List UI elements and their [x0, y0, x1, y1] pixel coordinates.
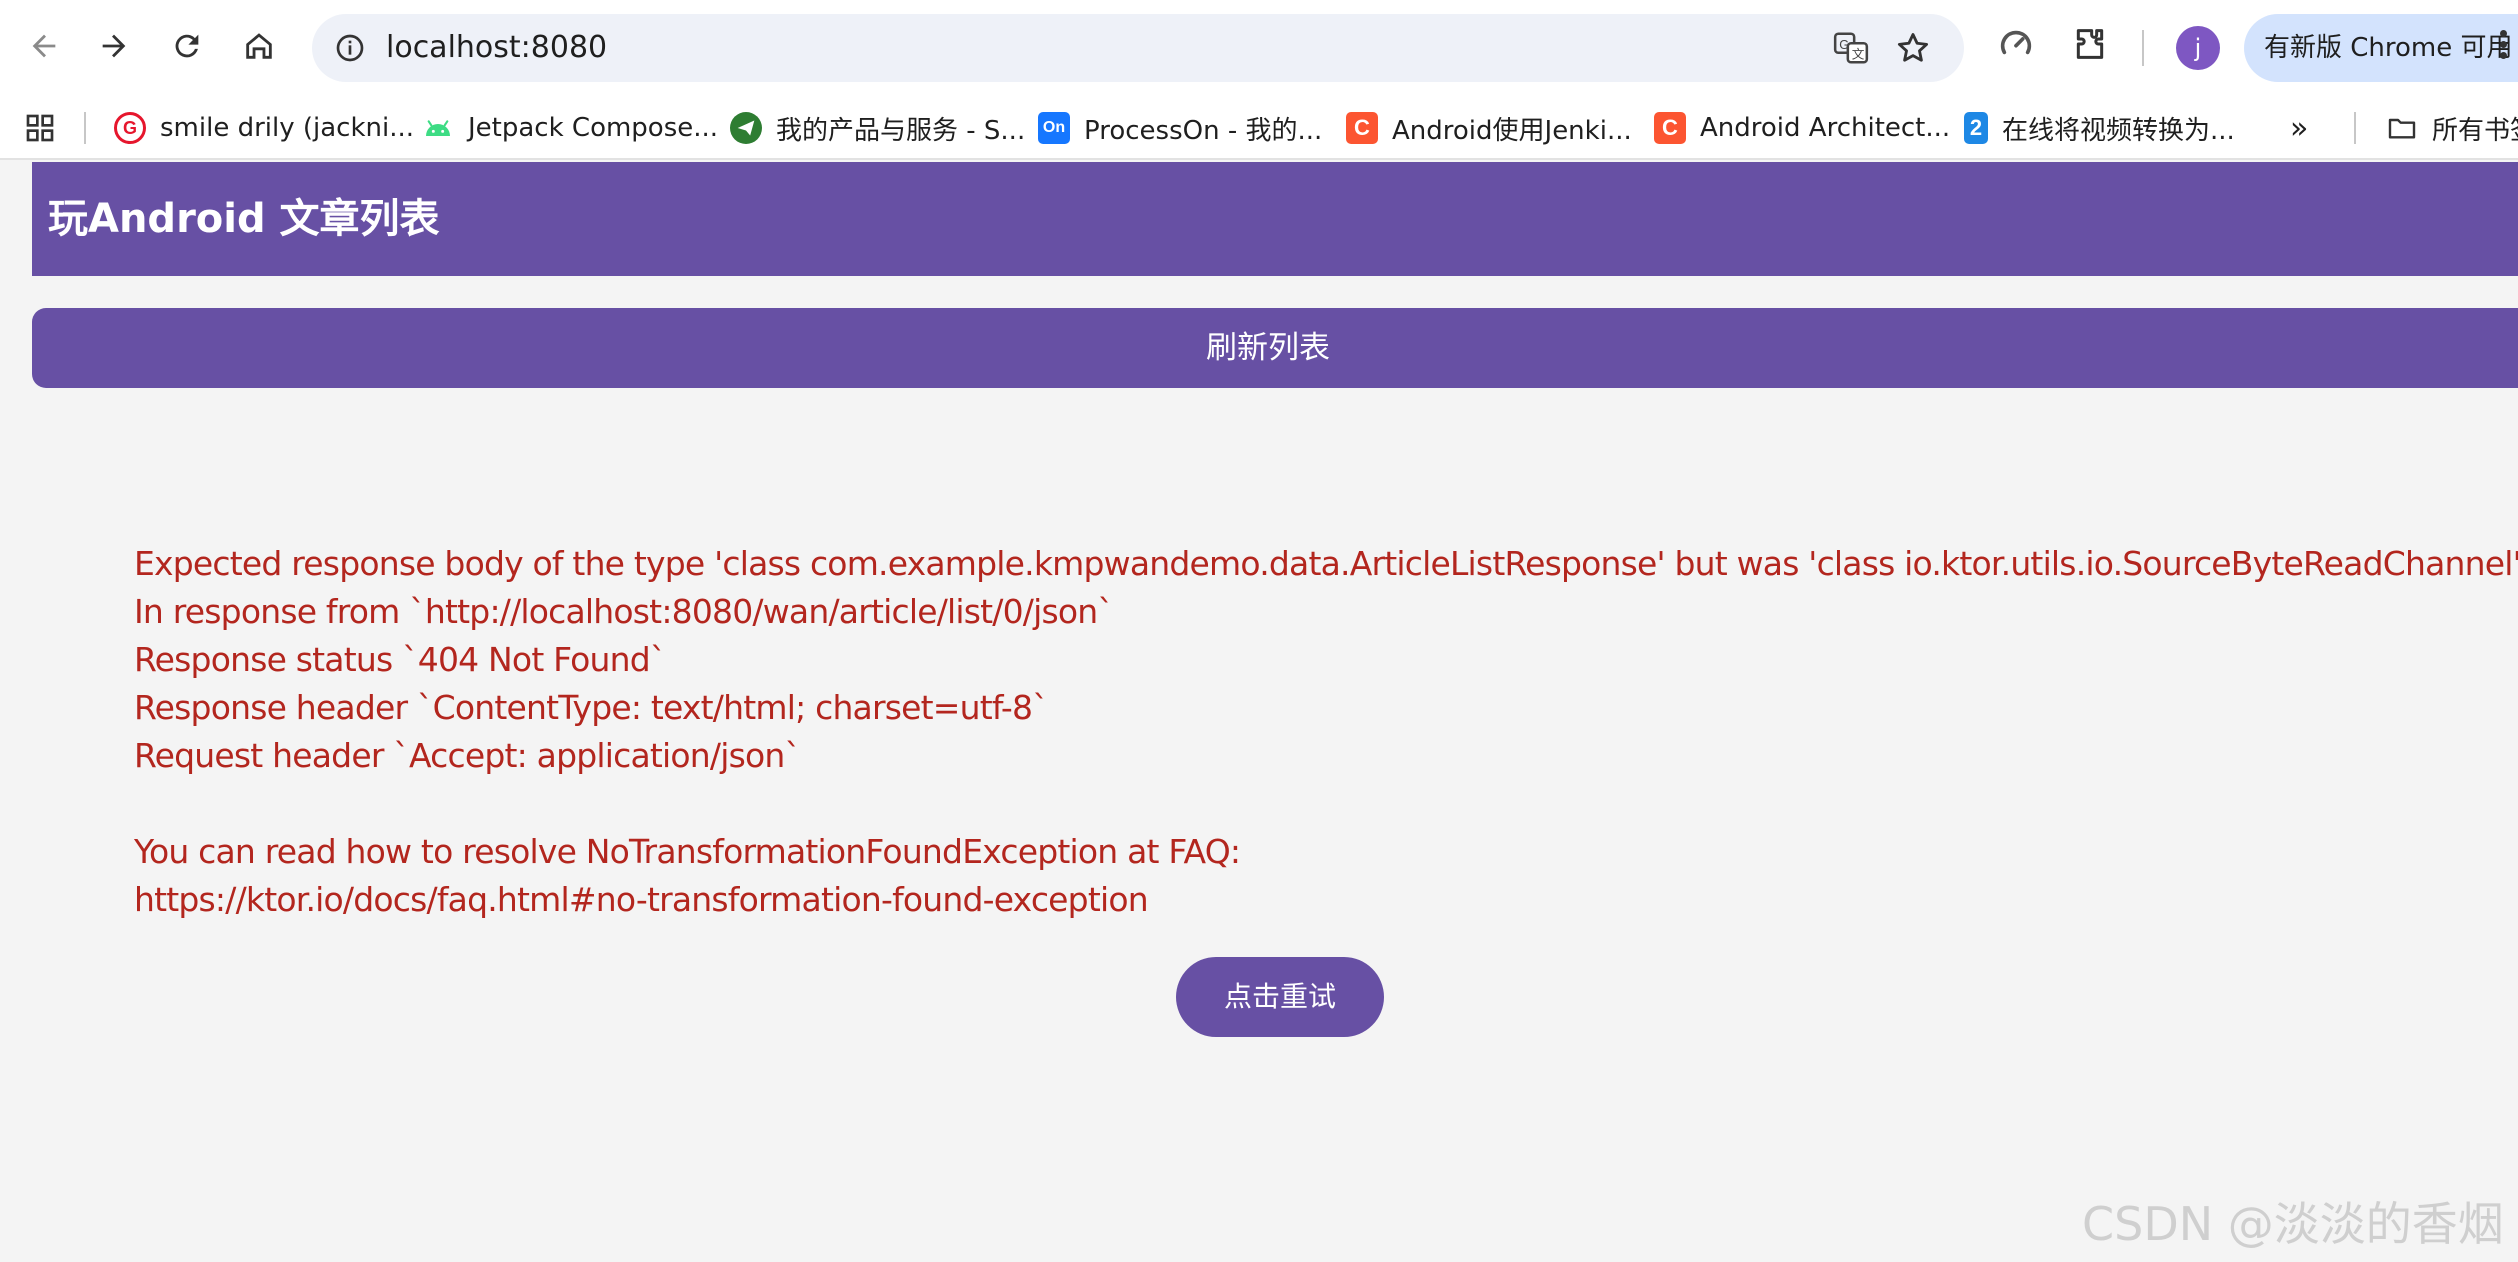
- browser-toolbar: localhost:8080 G文 j 有新版 Chrome 可用: [0, 0, 2518, 96]
- url-text[interactable]: localhost:8080: [386, 14, 607, 82]
- svg-text:文: 文: [1852, 46, 1865, 61]
- back-button[interactable]: [20, 22, 68, 70]
- folder-icon: [2386, 112, 2418, 144]
- bookmark-item[interactable]: G smile drily (jackni...: [114, 106, 414, 150]
- retry-button[interactable]: 点击重试: [1176, 957, 1384, 1037]
- chrome-menu-icon[interactable]: [2500, 30, 2508, 64]
- arrow-right-icon: [102, 34, 126, 58]
- refresh-list-button[interactable]: 刷新列表: [32, 308, 2518, 388]
- reload-icon: [175, 34, 199, 58]
- home-button[interactable]: [235, 22, 283, 70]
- error-line: Request header `Accept: application/json…: [134, 736, 801, 775]
- error-line: You can read how to resolve NoTransforma…: [134, 832, 1241, 871]
- csdn-watermark: CSDN @淡淡的香烟: [2082, 1197, 2504, 1251]
- csdn-favicon-icon: C: [1654, 112, 1686, 144]
- bookmark-label: Android Architect...: [1700, 113, 1951, 143]
- bookmark-label: ProcessOn - 我的...: [1084, 115, 1323, 146]
- app-top-bar: 玩Android 文章列表: [32, 162, 2518, 276]
- bookmark-item[interactable]: 2 在线将视频转换为...: [1964, 106, 2235, 150]
- more-bookmarks-chevron-icon[interactable]: »: [2290, 106, 2308, 150]
- performance-icon[interactable]: [1996, 24, 2036, 68]
- bookmark-label: 我的产品与服务 - S...: [776, 115, 1026, 146]
- translate-icon[interactable]: G文: [1832, 29, 1870, 71]
- error-line: Response header `ContentType: text/html;…: [134, 688, 1049, 727]
- bookmark-item[interactable]: C Android Architect...: [1654, 106, 1950, 150]
- reload-button[interactable]: [163, 22, 211, 70]
- error-message: Expected response body of the type 'clas…: [134, 540, 2518, 924]
- extensions-icon[interactable]: [2070, 24, 2110, 68]
- bookmark-label: Android使用Jenki...: [1392, 115, 1632, 146]
- paper-plane-favicon-icon: [730, 112, 762, 144]
- profile-avatar[interactable]: j: [2176, 26, 2220, 70]
- bookmark-item[interactable]: C Android使用Jenki...: [1346, 106, 1632, 150]
- forward-button[interactable]: [90, 22, 138, 70]
- arrow-left-icon: [32, 34, 56, 58]
- processon-favicon-icon: On: [1038, 112, 1070, 144]
- bookmark-label: 在线将视频转换为...: [2002, 115, 2235, 146]
- chrome-update-button[interactable]: 有新版 Chrome 可用: [2244, 14, 2518, 82]
- bookmark-label: smile drily (jackni...: [160, 113, 415, 143]
- bookmark-item[interactable]: Jetpack Compose...: [422, 106, 718, 150]
- home-icon: [246, 33, 272, 59]
- android-favicon-icon: [422, 112, 454, 144]
- site-info-icon[interactable]: [330, 28, 370, 68]
- bookmark-star-icon[interactable]: [1894, 29, 1932, 71]
- bookmark-item[interactable]: On ProcessOn - 我的...: [1038, 106, 1322, 150]
- address-bar[interactable]: localhost:8080 G文: [312, 14, 1964, 82]
- convert-favicon-icon: 2: [1964, 112, 1988, 144]
- bookmark-label: 所有书签: [2432, 115, 2518, 146]
- faq-link-text: https://ktor.io/docs/faq.html#no-transfo…: [134, 880, 1149, 919]
- error-line: In response from `http://localhost:8080/…: [134, 592, 1114, 631]
- bookmarks-bar: G smile drily (jackni... Jetpack Compose…: [0, 96, 2518, 160]
- bookmarks-divider: [2354, 112, 2356, 144]
- error-line: Expected response body of the type 'clas…: [134, 544, 2518, 583]
- bookmark-item[interactable]: 我的产品与服务 - S...: [730, 106, 1025, 150]
- error-line: Response status `404 Not Found`: [134, 640, 666, 679]
- bookmarks-divider: [84, 112, 86, 144]
- weibo-favicon-icon: G: [114, 112, 146, 144]
- bookmark-label: Jetpack Compose...: [468, 113, 719, 143]
- apps-grid-icon[interactable]: [24, 106, 56, 150]
- csdn-favicon-icon: C: [1346, 112, 1378, 144]
- toolbar-divider: [2142, 30, 2144, 66]
- page-title: 玩Android 文章列表: [48, 196, 440, 242]
- error-blank-line: [134, 780, 2494, 828]
- all-bookmarks-folder[interactable]: 所有书签: [2386, 106, 2518, 150]
